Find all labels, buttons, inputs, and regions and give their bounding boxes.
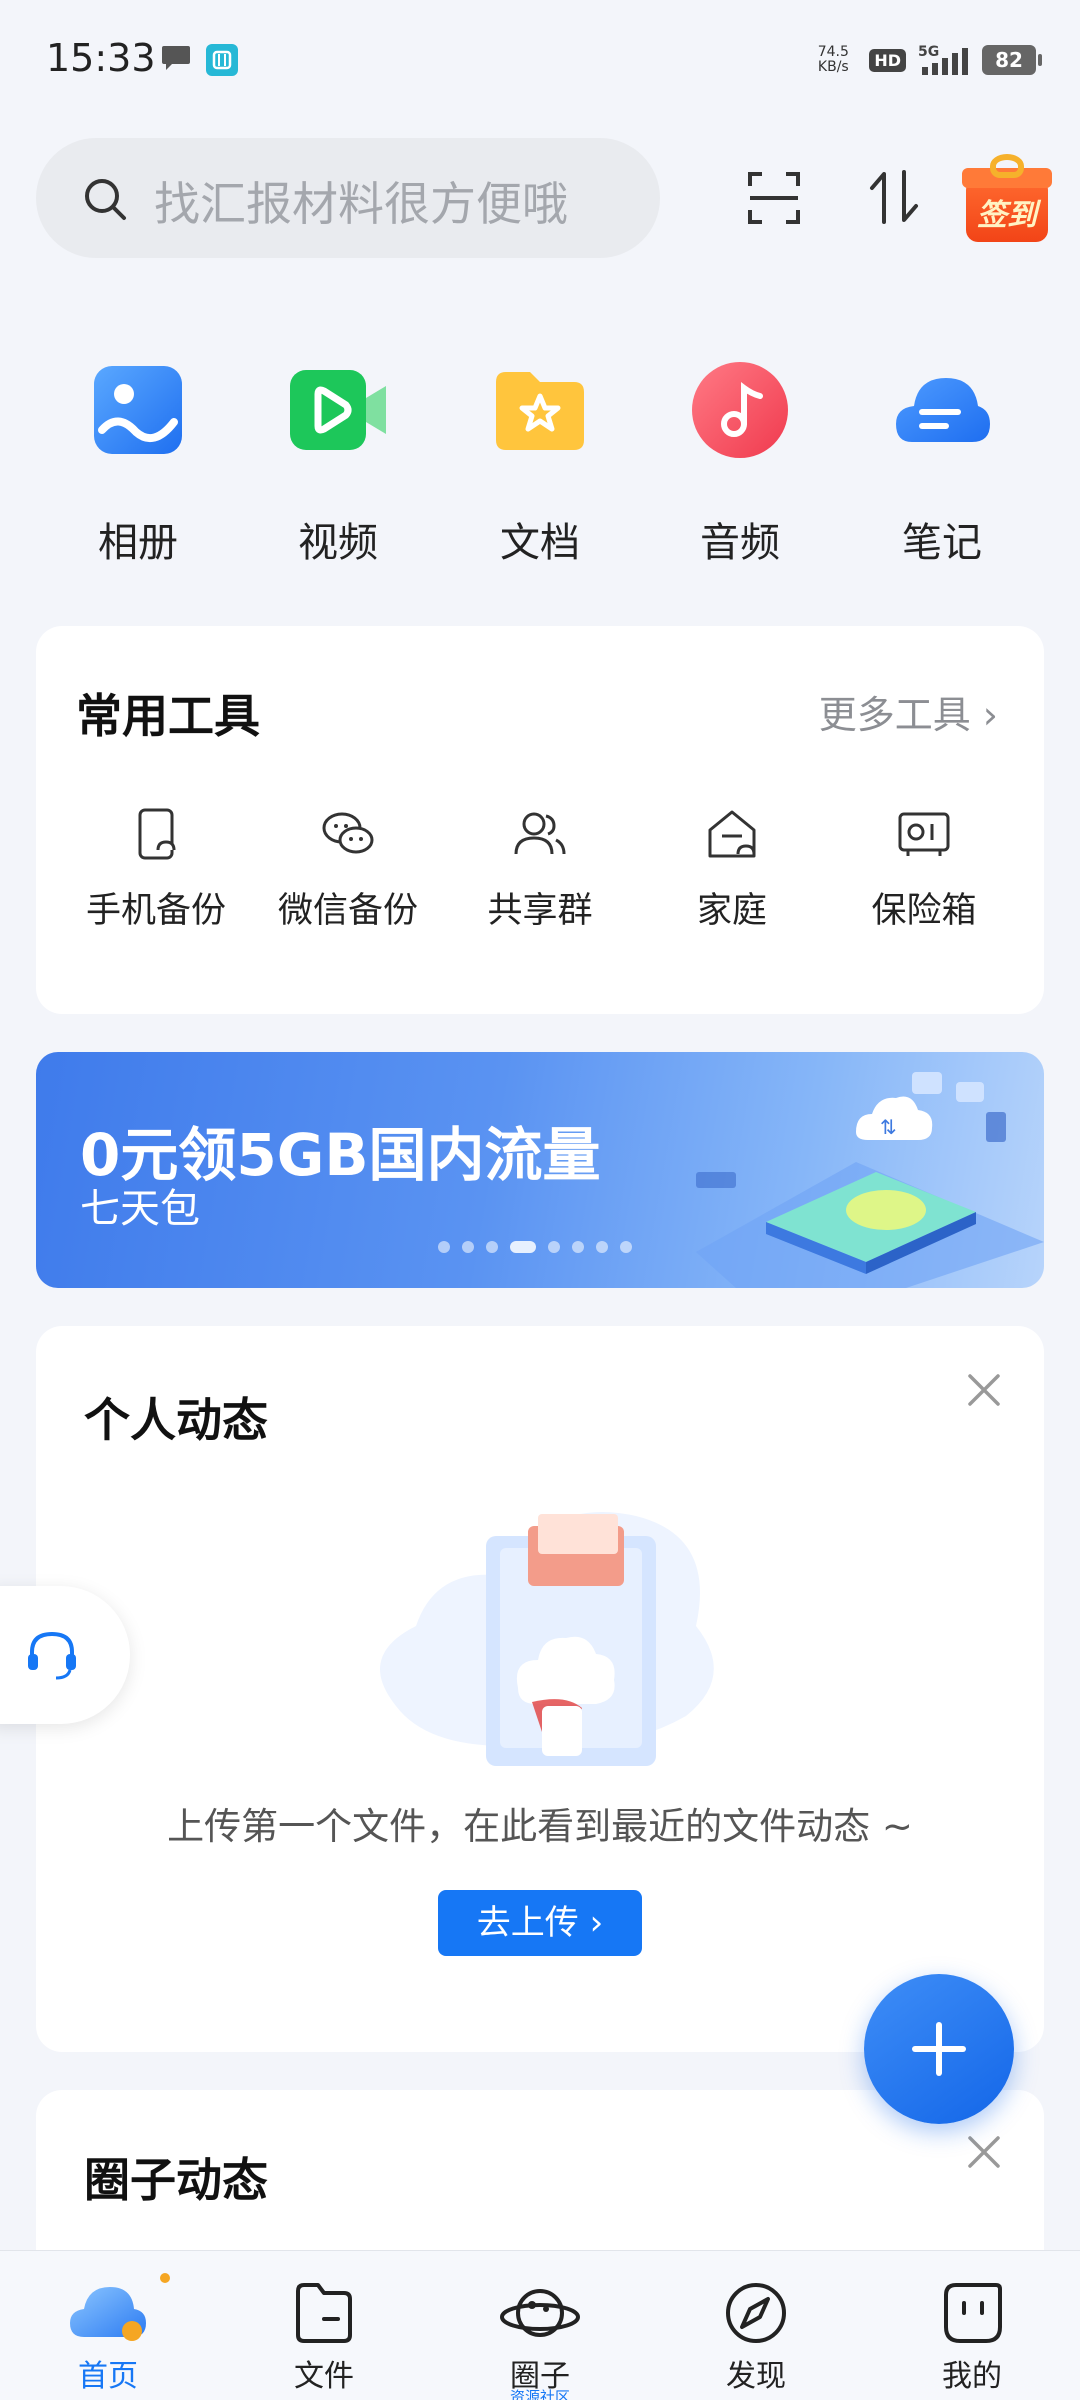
- planet-icon: [500, 2289, 580, 2337]
- nav-label: 首页: [78, 2359, 138, 2394]
- checkin-gift-button[interactable]: 签到: [962, 154, 1052, 246]
- photo-album-icon: [94, 366, 182, 454]
- banner-subtitle: 七天包: [80, 1186, 200, 1232]
- notification-dot: [160, 2273, 170, 2283]
- go-upload-button[interactable]: 去上传 ›: [438, 1890, 642, 1956]
- battery-indicator: 82: [982, 45, 1042, 75]
- banner-dot: [572, 1241, 584, 1253]
- nav-files[interactable]: 文件: [244, 2251, 404, 2400]
- signal-icon: 5G: [918, 44, 968, 75]
- tool-label: 手机备份: [85, 891, 226, 931]
- category-documents[interactable]: 文档: [470, 360, 610, 580]
- close-icon[interactable]: [964, 1370, 1004, 1410]
- checkin-label: 签到: [977, 198, 1037, 233]
- banner-dot: [486, 1241, 498, 1253]
- safe-box-icon: [898, 812, 950, 856]
- network-type: 5G: [918, 44, 939, 60]
- wechat-backup-icon: [322, 812, 374, 854]
- message-bubble-icon: [162, 46, 190, 70]
- nav-discover[interactable]: 发现: [676, 2251, 836, 2400]
- family-icon: [708, 810, 756, 858]
- banner-dot: [510, 1241, 536, 1253]
- tool-family[interactable]: 家庭: [642, 806, 822, 956]
- empty-state-text: 上传第一个文件，在此看到最近的文件动态 ~: [167, 1805, 913, 1848]
- category-notes[interactable]: 笔记: [872, 360, 1012, 580]
- nav-label: 发现: [726, 2359, 786, 2394]
- banner-dot: [438, 1241, 450, 1253]
- phone-backup-icon: [138, 808, 176, 860]
- document-folder-icon: [496, 372, 584, 450]
- nav-mine[interactable]: 我的: [892, 2251, 1052, 2400]
- bottom-navigation: 首页 文件 圈子 资源社区 发现 我的: [0, 2250, 1080, 2400]
- personal-activity-title: 个人动态: [84, 1393, 268, 1447]
- status-bar: 15:33 74.5 KB/s HD 5G 82: [0, 0, 1080, 120]
- nav-label: 文件: [294, 2359, 354, 2394]
- audio-icon: [692, 362, 788, 458]
- nav-label: 我的: [942, 2359, 1002, 2394]
- headset-icon: [28, 1631, 76, 1680]
- more-tools-link[interactable]: 更多工具 ›: [819, 684, 998, 739]
- tool-wechat-backup[interactable]: 微信备份: [258, 806, 438, 956]
- banner-dot: [596, 1241, 608, 1253]
- hd-badge: HD: [869, 48, 906, 72]
- app-home-screen: 15:33 74.5 KB/s HD 5G 82 找汇报材料很方便哦 签到 相册…: [0, 0, 1080, 2400]
- personal-activity-card: 个人动态 上传第一个文件，在此看到最近的文件动态 ~ 去上传 ›: [36, 1326, 1044, 2052]
- tool-phone-backup[interactable]: 手机备份: [66, 806, 246, 956]
- transfer-list-icon[interactable]: [866, 168, 922, 226]
- circle-activity-title: 圈子动态: [84, 2153, 268, 2207]
- add-fab-button[interactable]: [864, 1974, 1014, 2124]
- tool-label: 家庭: [696, 891, 767, 931]
- category-label: 视频: [298, 520, 378, 566]
- tool-label: 微信备份: [277, 891, 418, 931]
- network-speed: 74.5 KB/s: [817, 44, 849, 75]
- common-tools-card: 常用工具 更多工具 › 手机备份 微信备份 共享群 家庭 保险箱: [36, 626, 1044, 1014]
- tool-shared-group[interactable]: 共享群: [450, 806, 630, 956]
- status-time: 15:33: [46, 36, 156, 80]
- banner-dot: [462, 1241, 474, 1253]
- shared-group-icon: [514, 812, 566, 855]
- status-indicators: 74.5 KB/s HD 5G 82: [807, 40, 1042, 80]
- home-cloud-icon: [70, 2287, 146, 2341]
- nav-circle[interactable]: 圈子 资源社区: [460, 2251, 620, 2400]
- banner-dot: [620, 1241, 632, 1253]
- nav-home[interactable]: 首页: [28, 2251, 188, 2400]
- video-icon: [290, 370, 386, 450]
- banner-pagination: [438, 1240, 632, 1254]
- close-icon[interactable]: [964, 2132, 1004, 2172]
- banner-dot: [548, 1241, 560, 1253]
- category-label: 笔记: [902, 520, 982, 566]
- category-label: 文档: [500, 520, 580, 566]
- plus-icon: [912, 2022, 966, 2076]
- app-notification-icon: [206, 44, 238, 76]
- category-video[interactable]: 视频: [268, 360, 408, 580]
- note-cloud-icon: [896, 378, 990, 442]
- svg-text:⇅: ⇅: [880, 1115, 897, 1139]
- promo-banner[interactable]: 0元领5GB国内流量 七天包 ⇅: [36, 1052, 1044, 1288]
- file-folder-icon: [296, 2283, 352, 2343]
- scan-icon[interactable]: [746, 170, 802, 226]
- nav-sublabel: 资源社区: [509, 2388, 570, 2400]
- category-label: 音频: [700, 520, 780, 566]
- banner-illustration: ⇅: [696, 1072, 1044, 1288]
- search-bar[interactable]: 找汇报材料很方便哦: [36, 138, 660, 258]
- tool-safe-box[interactable]: 保险箱: [834, 806, 1014, 956]
- profile-face-icon: [944, 2283, 1002, 2343]
- category-photo-album[interactable]: 相册: [68, 360, 208, 580]
- tool-label: 保险箱: [871, 891, 977, 931]
- tool-label: 共享群: [487, 891, 593, 931]
- category-audio[interactable]: 音频: [670, 360, 810, 580]
- search-placeholder: 找汇报材料很方便哦: [154, 177, 568, 231]
- compass-icon: [726, 2283, 786, 2343]
- search-icon: [85, 179, 126, 220]
- empty-state-illustration: [380, 1512, 714, 1766]
- category-label: 相册: [98, 520, 178, 566]
- tools-title: 常用工具: [76, 689, 260, 743]
- gift-bow: [990, 154, 1024, 178]
